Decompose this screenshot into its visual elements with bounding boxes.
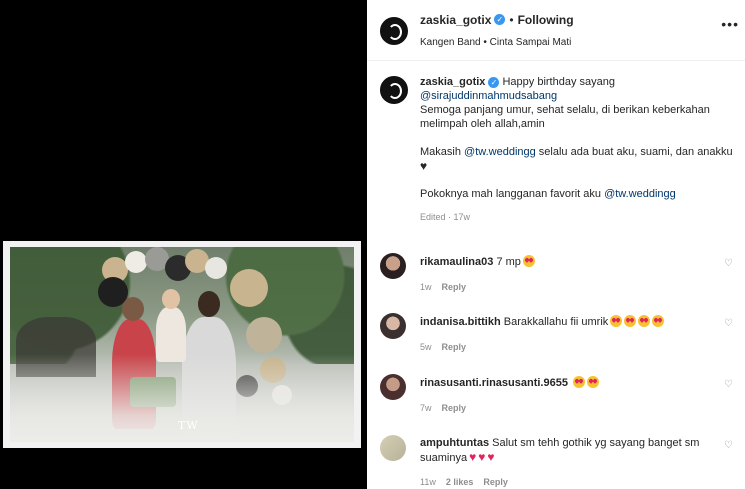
verified-icon: ✓ <box>488 76 500 88</box>
comment-row: rinasusanti.rinasusanti.9655 <box>420 376 600 390</box>
post-viewer: TW zaskia_gotix ✓ • Following Kangen Band •… <box>0 0 745 489</box>
comment-avatar[interactable] <box>380 435 406 461</box>
comment-username[interactable]: indanisa.bittikh <box>420 316 501 328</box>
photo-frame: TW <box>3 241 361 448</box>
comment-time: 11w <box>420 477 436 487</box>
like-comment-icon[interactable]: ♡ <box>724 440 733 451</box>
like-comment-icon[interactable]: ♡ <box>724 258 733 269</box>
comment-text: 7 mp <box>496 256 521 268</box>
heart-eyes-emoji-icon <box>638 315 651 327</box>
comment-row: rikamaulina03 7 mp <box>420 255 535 269</box>
reply-button[interactable]: Reply <box>483 477 508 487</box>
author-username[interactable]: zaskia_gotix <box>420 13 491 27</box>
caption-avatar[interactable] <box>380 76 408 104</box>
caption-meta: Edited · 17w <box>420 212 471 222</box>
comment-username[interactable]: rinasusanti.rinasusanti.9655 <box>420 377 568 389</box>
heart-eyes-emoji-icon <box>652 315 665 327</box>
post-photo[interactable]: TW <box>10 247 354 442</box>
comment-likes[interactable]: 2 likes <box>446 477 474 487</box>
comment-username[interactable]: rikamaulina03 <box>420 256 493 268</box>
red-heart-icon: ♥ <box>487 450 495 464</box>
comment-avatar[interactable] <box>380 253 406 279</box>
reply-button[interactable]: Reply <box>442 282 467 292</box>
details-panel: zaskia_gotix ✓ • Following Kangen Band • Ci… <box>367 0 745 489</box>
comment-time: 1w <box>420 282 432 292</box>
comment-time: 5w <box>420 342 432 352</box>
heart-eyes-emoji-icon <box>522 255 535 267</box>
separator-dot: • <box>509 13 514 27</box>
balloon <box>205 257 227 279</box>
verified-icon: ✓ <box>494 14 506 26</box>
comment-row: indanisa.bittikh Barakkallahu fii umrik <box>420 315 665 329</box>
following-button[interactable]: Following <box>518 13 574 27</box>
reply-button[interactable]: Reply <box>442 403 467 413</box>
caption-username[interactable]: zaskia_gotix <box>420 76 485 88</box>
head-child <box>162 289 180 309</box>
heart-eyes-emoji-icon <box>610 315 623 327</box>
reply-button[interactable]: Reply <box>442 342 467 352</box>
head-man <box>198 291 220 317</box>
comment-time: 7w <box>420 403 432 413</box>
more-options-icon[interactable]: ••• <box>721 16 739 32</box>
comment-row: ampuhtuntas Salut sm tehh gothik yg saya… <box>420 436 720 465</box>
author-avatar[interactable] <box>380 17 408 45</box>
comment-avatar[interactable] <box>380 374 406 400</box>
caption-line1: Happy birthday sayang <box>502 76 615 88</box>
comment-meta: 5w Reply <box>420 342 466 352</box>
red-heart-icon: ♥ <box>469 450 477 464</box>
photo-watermark: TW <box>178 419 199 432</box>
heart-eyes-emoji-icon <box>587 376 600 388</box>
caption-mention-tw[interactable]: @tw.weddingg <box>464 146 536 158</box>
caption-para2: Makasih @tw.weddingg selalu ada buat aku… <box>420 145 735 173</box>
balloon <box>246 317 282 353</box>
caption-mention[interactable]: @sirajuddinmahmudsabang <box>420 89 735 103</box>
caption-mention-tw2[interactable]: @tw.weddingg <box>604 188 676 200</box>
comment-meta: 1w Reply <box>420 282 466 292</box>
caption-para2-text: Makasih <box>420 146 465 158</box>
comment-text: Barakkallahu fii umrik <box>503 316 609 328</box>
comment-avatar[interactable] <box>380 313 406 339</box>
header-line: zaskia_gotix ✓ • Following <box>420 11 574 29</box>
caption-para1: Semoga panjang umur, sehat selalu, di be… <box>420 104 710 130</box>
head-woman <box>122 297 144 321</box>
like-comment-icon[interactable]: ♡ <box>724 318 733 329</box>
heart-eyes-emoji-icon <box>573 376 586 388</box>
heart-eyes-emoji-icon <box>624 315 637 327</box>
audio-attribution[interactable]: Kangen Band • Cinta Sampai Mati <box>420 37 571 48</box>
comment-meta: 7w Reply <box>420 403 466 413</box>
balloon <box>125 251 147 273</box>
balloon <box>230 269 268 307</box>
red-heart-icon: ♥ <box>478 450 486 464</box>
caption-text: zaskia_gotix ✓ Happy birthday sayang @sir… <box>420 75 735 224</box>
caption-para2-rest: selalu ada buat aku, suami, dan anakku <box>535 146 733 158</box>
comment-meta: 11w 2 likes Reply <box>420 477 508 487</box>
caption-para3: Pokoknya mah langganan favorit aku @tw.w… <box>420 187 735 201</box>
black-heart-icon: ♥ <box>420 159 428 173</box>
like-comment-icon[interactable]: ♡ <box>724 379 733 390</box>
comment-username[interactable]: ampuhtuntas <box>420 437 489 449</box>
post-header: zaskia_gotix ✓ • Following Kangen Band • Ci… <box>367 0 745 61</box>
media-panel: TW <box>0 0 367 489</box>
caption-para3-text: Pokoknya mah langganan favorit aku <box>420 188 605 200</box>
